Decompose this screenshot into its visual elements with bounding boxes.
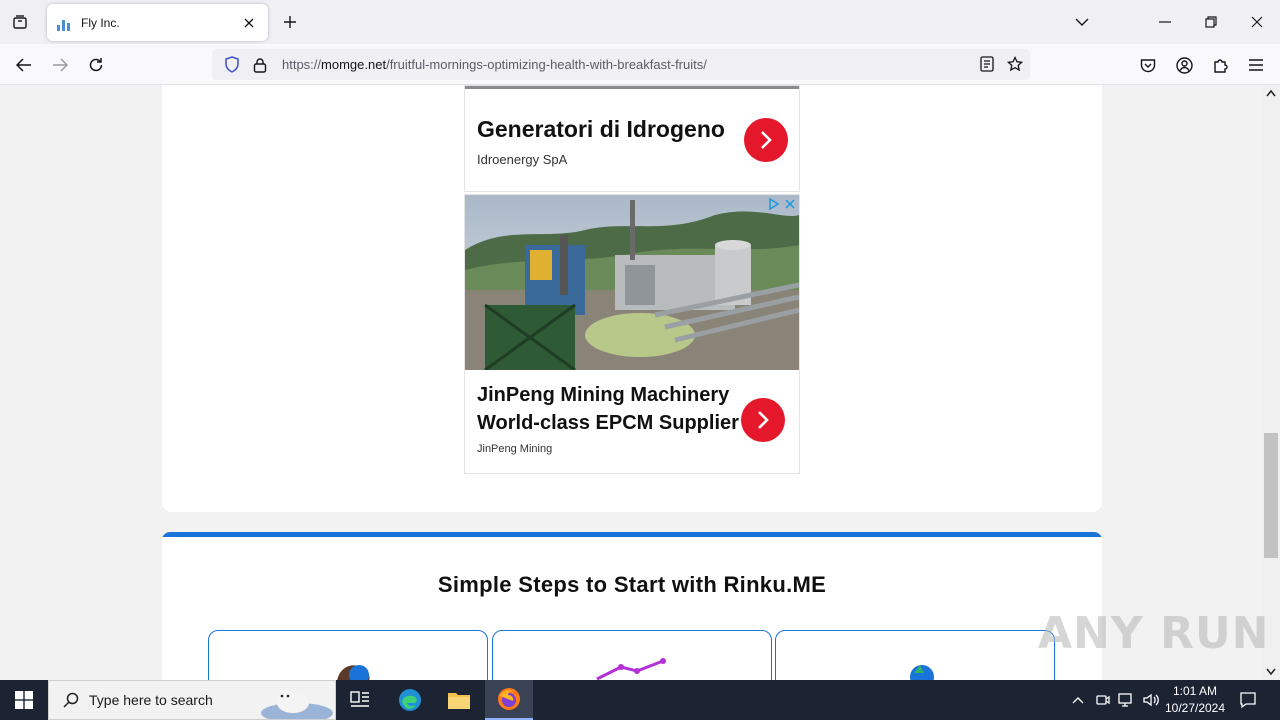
page-viewport: Generatori di Idrogeno Idroenergy SpA Ji… [0, 85, 1262, 680]
step-illustration-icon [910, 665, 934, 680]
url-prefix: https:// [282, 57, 322, 72]
site-favicon-icon [57, 15, 73, 31]
chevron-right-icon [761, 131, 772, 149]
step-card-2[interactable] [492, 630, 772, 680]
tracking-protection-shield-icon[interactable] [220, 53, 244, 77]
section-title: Simple Steps to Start with Rinku.ME [437, 572, 827, 597]
volume-icon[interactable] [1141, 690, 1161, 710]
search-highlight-icon [261, 690, 333, 719]
search-placeholder: Type here to search [89, 692, 213, 708]
ad-title-line-2[interactable]: World-class EPCM Supplier [477, 412, 739, 435]
step-illustration-icon [337, 665, 370, 680]
ad-image-edge [465, 86, 799, 89]
scroll-up-icon[interactable] [1266, 89, 1276, 97]
ad-mining-plant-image[interactable] [465, 195, 799, 370]
ad-jinpeng[interactable]: JinPeng Mining Machinery World-class EPC… [464, 194, 800, 474]
clock-time: 1:01 AM [1172, 684, 1218, 698]
browser-tab[interactable]: Fly Inc. [47, 4, 268, 41]
forward-icon[interactable] [45, 50, 75, 80]
navigation-bar: https://momge.net/fruitful-mornings-opti… [0, 44, 1280, 85]
network-icon[interactable] [1117, 690, 1137, 710]
ad-advertiser: JinPeng Mining [477, 443, 553, 455]
extensions-icon[interactable] [1205, 50, 1235, 80]
tab-list-icon[interactable] [6, 8, 34, 36]
step-card-3[interactable] [775, 630, 1055, 680]
section-accent-bar [162, 532, 1102, 537]
search-icon [63, 692, 79, 708]
url-domain: momge.net [321, 57, 387, 72]
app-menu-icon[interactable] [1241, 50, 1271, 80]
ad-advertiser: Idroenergy SpA [477, 152, 568, 167]
growth-chart-icon [596, 658, 666, 680]
windows-start-icon[interactable] [0, 680, 48, 720]
file-explorer-icon[interactable] [435, 680, 483, 720]
url-path: /fruitful-mornings-optimizing-health-wit… [386, 57, 707, 72]
lock-icon[interactable] [248, 53, 272, 77]
account-icon[interactable] [1169, 50, 1199, 80]
windows-taskbar: Type here to search 1:01 AM 10/27/2024 [0, 680, 1280, 720]
anyrun-watermark: ANY RUN [1038, 608, 1270, 659]
firefox-icon[interactable] [485, 680, 533, 720]
bookmark-star-icon[interactable] [1003, 52, 1027, 76]
system-clock[interactable]: 1:01 AM 10/27/2024 [1160, 683, 1230, 717]
new-tab-icon[interactable] [278, 10, 302, 34]
notifications-icon[interactable] [1238, 690, 1258, 710]
pocket-icon[interactable] [1133, 50, 1163, 80]
tab-bar: Fly Inc. [0, 0, 1280, 44]
back-icon[interactable] [9, 50, 39, 80]
steps-section: Simple Steps to Start with Rinku.ME [162, 532, 1102, 680]
meet-now-icon[interactable] [1093, 690, 1113, 710]
step-card-1[interactable] [208, 630, 488, 680]
ad-arrow-button[interactable] [744, 118, 788, 162]
ad-generatori[interactable]: Generatori di Idrogeno Idroenergy SpA [464, 85, 800, 192]
restore-icon[interactable] [1189, 6, 1233, 38]
adchoices-icon[interactable] [767, 197, 781, 211]
page-scrollbar[interactable] [1262, 85, 1280, 680]
ad-arrow-button[interactable] [741, 398, 785, 442]
show-hidden-icons-chevron-icon[interactable] [1068, 690, 1088, 710]
reload-icon[interactable] [81, 50, 111, 80]
ad-title[interactable]: Generatori di Idrogeno [477, 116, 725, 143]
edge-browser-icon[interactable] [386, 680, 434, 720]
adchoices[interactable] [767, 197, 797, 211]
url-text[interactable]: https://momge.net/fruitful-mornings-opti… [282, 57, 707, 72]
clock-date: 10/27/2024 [1164, 701, 1226, 715]
list-all-tabs-icon[interactable] [1060, 6, 1104, 38]
close-ad-icon[interactable] [783, 197, 797, 211]
reader-view-icon[interactable] [975, 52, 999, 76]
ad-title-line-1[interactable]: JinPeng Mining Machinery [477, 384, 729, 407]
minimize-icon[interactable] [1143, 6, 1187, 38]
task-view-icon[interactable] [336, 680, 384, 720]
close-window-icon[interactable] [1235, 6, 1279, 38]
address-bar[interactable]: https://momge.net/fruitful-mornings-opti… [212, 49, 1030, 80]
close-tab-icon[interactable] [240, 14, 258, 32]
scroll-down-icon[interactable] [1266, 668, 1276, 676]
scrollbar-thumb[interactable] [1264, 433, 1278, 558]
taskbar-search[interactable]: Type here to search [48, 680, 336, 720]
tab-title: Fly Inc. [81, 15, 120, 30]
chevron-right-icon [758, 411, 769, 429]
